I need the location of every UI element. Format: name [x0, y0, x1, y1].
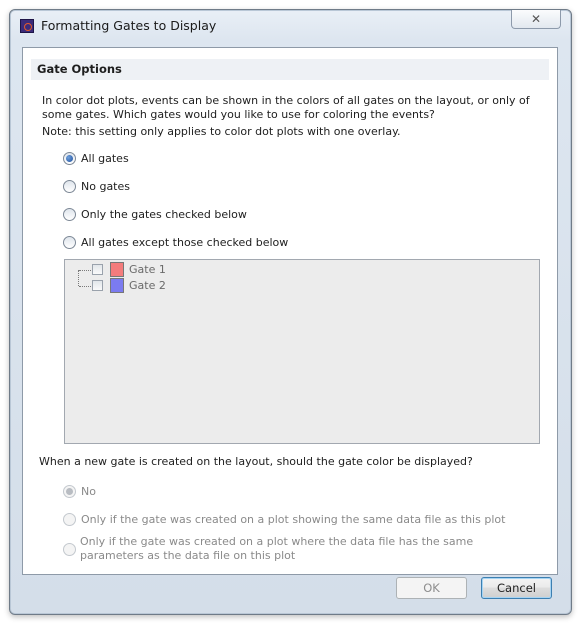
radio-no-gates[interactable]: No gates	[63, 179, 130, 195]
radio-label: All gates except those checked below	[81, 236, 289, 249]
new-gate-question: When a new gate is created on the layout…	[39, 455, 473, 468]
tree-connector	[79, 270, 91, 271]
gate-checkbox[interactable]	[92, 264, 103, 275]
gate-options-panel: Gate Options In color dot plots, events …	[22, 47, 558, 575]
tree-connector	[79, 286, 91, 287]
radio-button-icon[interactable]	[63, 484, 76, 498]
radio-button-icon[interactable]	[63, 151, 76, 165]
note-text: Note: this setting only applies to color…	[42, 125, 401, 138]
radio-label: Only if the gate was created on a plot w…	[80, 535, 474, 562]
radio-button-icon[interactable]	[63, 207, 76, 221]
title-bar[interactable]: Formatting Gates to Display ✕	[10, 10, 571, 40]
gate-tree[interactable]: Gate 1 Gate 2	[64, 259, 540, 444]
app-icon	[20, 19, 34, 33]
group-header: Gate Options	[31, 59, 549, 80]
description-text: In color dot plots, events can be shown …	[42, 94, 530, 121]
radio-new-gate-no[interactable]: No	[63, 484, 96, 500]
gate-checkbox[interactable]	[92, 280, 103, 291]
ok-button[interactable]: OK	[396, 577, 467, 599]
radio-label: Only if the gate was created on a plot s…	[81, 513, 506, 526]
dialog-window: Formatting Gates to Display ✕ Gate Optio…	[9, 9, 572, 615]
radio-new-gate-same-file[interactable]: Only if the gate was created on a plot s…	[63, 512, 505, 528]
close-button[interactable]: ✕	[511, 10, 561, 29]
gate-label: Gate 2	[129, 279, 166, 292]
cancel-button[interactable]: Cancel	[481, 577, 552, 599]
radio-button-icon[interactable]	[63, 512, 76, 526]
radio-button-icon[interactable]	[63, 543, 76, 556]
window-title: Formatting Gates to Display	[41, 18, 217, 33]
radio-button-icon[interactable]	[63, 235, 76, 249]
gate-color-swatch	[110, 278, 124, 293]
radio-all-gates[interactable]: All gates	[63, 151, 129, 167]
gate-label: Gate 1	[129, 263, 166, 276]
close-icon: ✕	[530, 12, 542, 26]
radio-new-gate-same-parameters[interactable]: Only if the gate was created on a plot w…	[63, 535, 533, 565]
radio-label: All gates	[81, 152, 129, 165]
radio-label: No gates	[81, 180, 130, 193]
gate-color-swatch	[110, 262, 124, 277]
radio-all-except-checked[interactable]: All gates except those checked below	[63, 235, 288, 251]
radio-only-checked[interactable]: Only the gates checked below	[63, 207, 247, 223]
radio-label: No	[81, 485, 96, 498]
radio-button-icon[interactable]	[63, 179, 76, 193]
tree-connector	[78, 270, 79, 286]
radio-label: Only the gates checked below	[81, 208, 247, 221]
